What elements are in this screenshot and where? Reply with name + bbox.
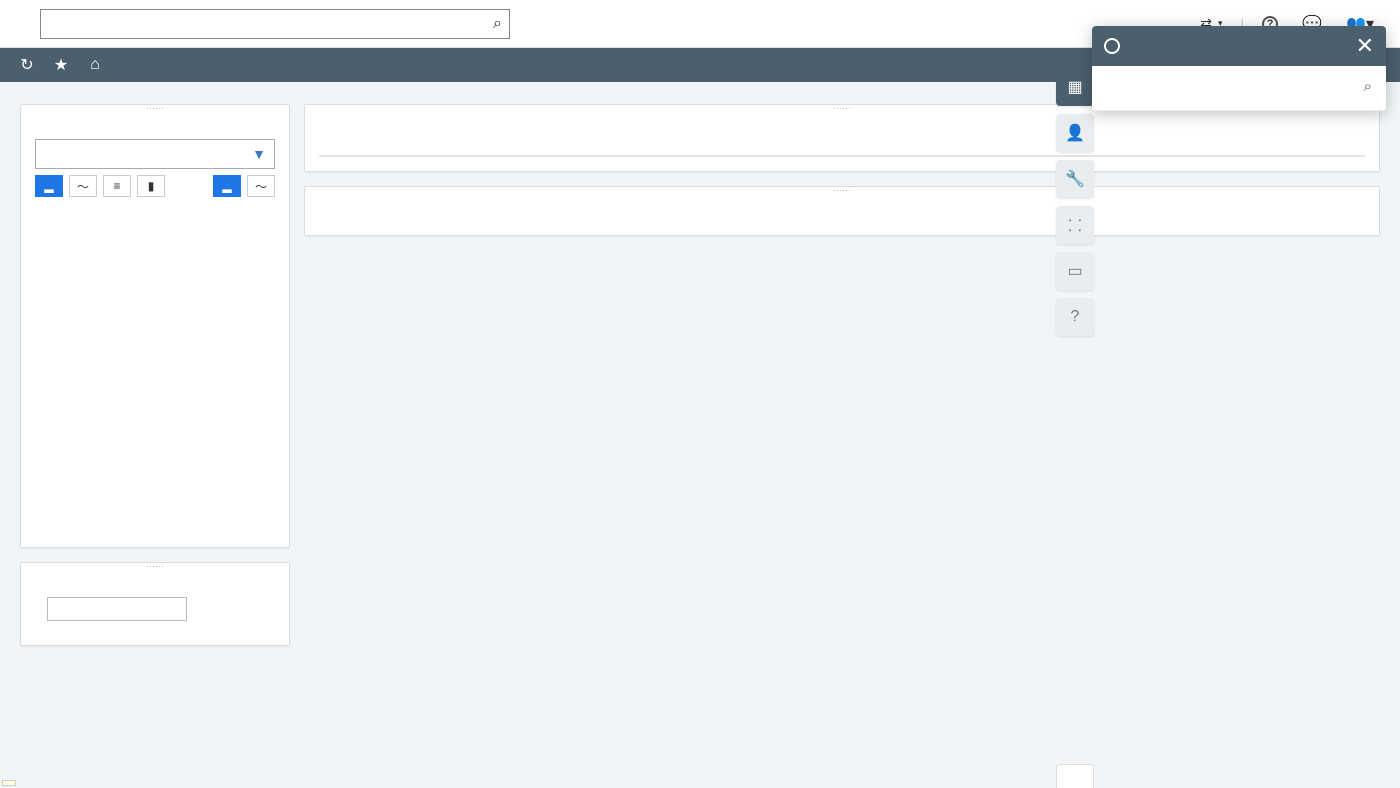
- compare-b-icon[interactable]: ～: [247, 175, 275, 197]
- daily-sales-title: [21, 113, 289, 133]
- nav-star-icon[interactable]: ★: [44, 48, 78, 82]
- chart-type-line-icon[interactable]: ～: [69, 175, 97, 197]
- drag-handle[interactable]: ⋯⋯: [21, 563, 289, 571]
- financials-portlet: ⋯⋯: [304, 186, 1380, 236]
- search-icon[interactable]: ⌕: [493, 15, 502, 33]
- financials-title: [305, 195, 1379, 215]
- guided-learning-strip: ▦ 👤 🔧 ⸬ ▭ ?: [1056, 68, 1094, 788]
- chart-type-hbar-icon[interactable]: ≡: [103, 175, 131, 197]
- global-search: ⌕: [40, 9, 510, 39]
- gl-tab-book-icon[interactable]: ▭: [1056, 252, 1094, 290]
- status-bar: [2, 780, 16, 786]
- compare-a-icon[interactable]: ▂: [213, 175, 241, 197]
- close-icon[interactable]: ✕: [1356, 33, 1374, 59]
- gl-tab-wrench-icon[interactable]: 🔧: [1056, 160, 1094, 198]
- gl-tab-user-icon[interactable]: 👤: [1056, 114, 1094, 152]
- kpi-table: [319, 155, 1365, 157]
- gl-tab-org-icon[interactable]: ⸬: [1056, 206, 1094, 244]
- guided-learning-panel: ✕ ⌕: [1092, 26, 1386, 111]
- search-icon[interactable]: ⌕: [1364, 78, 1372, 95]
- gl-tab-help-icon[interactable]: ?: [1056, 298, 1094, 336]
- guided-search-input[interactable]: [1104, 76, 1374, 100]
- daily-sales-mode-select[interactable]: ▼: [35, 139, 275, 169]
- financial-links-title: [21, 571, 289, 591]
- chevron-down-icon: ▼: [252, 146, 266, 162]
- daily-sales-portlet: ⋯⋯ ▼ ▂ ～ ≡ ▮ ▂: [20, 104, 290, 548]
- nav-recent-icon[interactable]: ↻: [10, 48, 44, 82]
- gl-collapse-button[interactable]: [1056, 764, 1094, 788]
- kpi-title: [305, 113, 1379, 133]
- nav-home-icon[interactable]: ⌂: [78, 48, 112, 82]
- drag-handle[interactable]: ⋯⋯: [305, 187, 1379, 195]
- chart-type-area-icon[interactable]: ▂: [35, 175, 63, 197]
- financial-links-portlet: ⋯⋯: [20, 562, 290, 646]
- global-search-input[interactable]: [40, 9, 510, 39]
- chart-type-bar-icon[interactable]: ▮: [137, 175, 165, 197]
- ring-icon: [1104, 38, 1120, 54]
- gl-tab-grid-icon[interactable]: ▦: [1056, 68, 1094, 106]
- drag-handle[interactable]: ⋯⋯: [21, 105, 289, 113]
- kpi-portlet: ⋯⋯: [304, 104, 1380, 172]
- find-link-input[interactable]: [47, 597, 187, 621]
- daily-sales-chart: [35, 203, 275, 533]
